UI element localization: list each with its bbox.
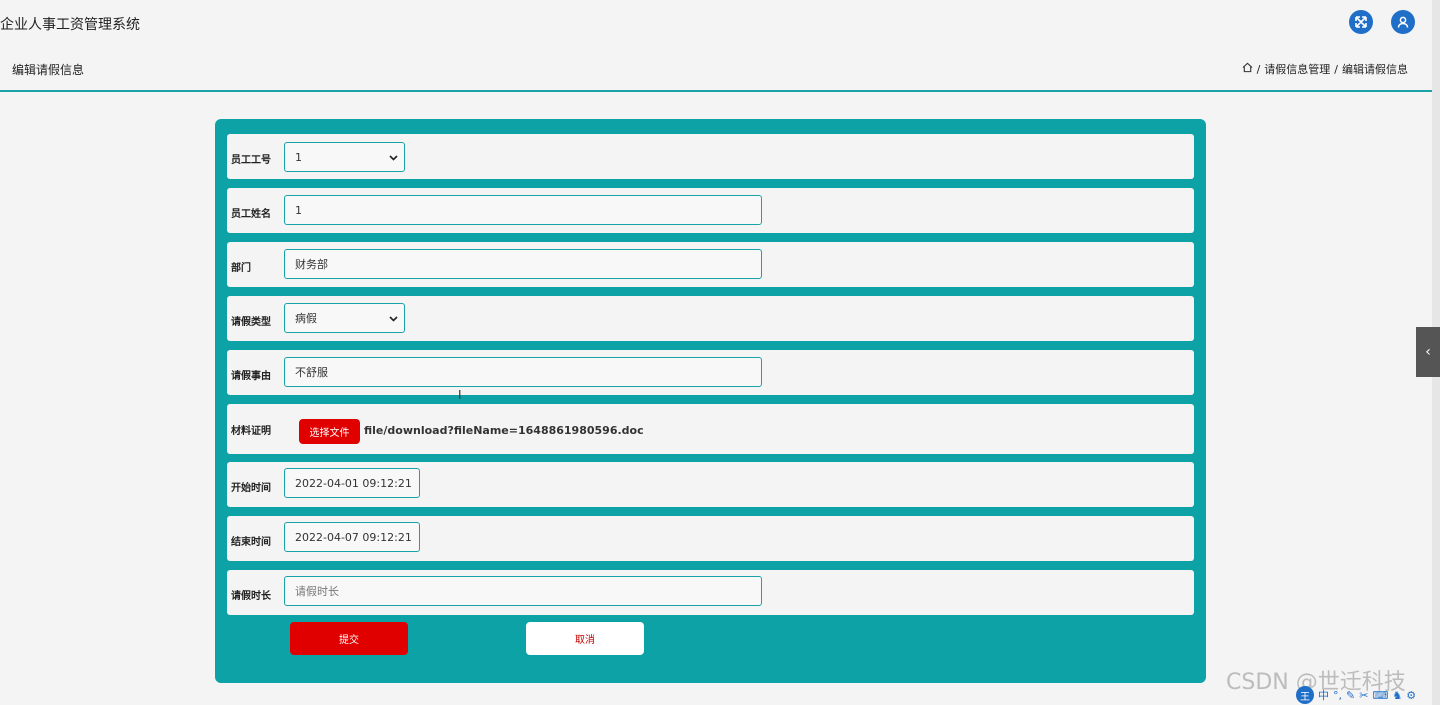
form-row-leave-type: 请假类型 病假 (227, 296, 1194, 341)
department-input[interactable]: 财务部 (284, 249, 762, 279)
employee-id-label: 员工工号 (231, 155, 271, 166)
end-time-value: 2022-04-07 09:12:21 (295, 530, 412, 544)
employee-name-input[interactable]: 1 (284, 195, 762, 225)
breadcrumb-separator: / (1256, 62, 1261, 76)
form-row-employee-id: 员工工号 1 (227, 134, 1194, 179)
ime-toolbar[interactable]: 王 中 °, ✎ ✂ ⌨ ♞ ⚙ (1296, 686, 1416, 704)
leave-type-select[interactable]: 病假 (284, 303, 405, 333)
page-title: 编辑请假信息 (12, 63, 85, 77)
duration-input[interactable]: 请假时长 (284, 576, 762, 606)
form-row-duration: 请假时长 请假时长 (227, 570, 1194, 615)
end-time-input[interactable]: 2022-04-07 09:12:21 (284, 522, 420, 552)
form-row-end-time: 结束时间 2022-04-07 09:12:21 (227, 516, 1194, 561)
chevron-left-icon: ‹ (1425, 344, 1431, 360)
employee-name-label: 员工姓名 (231, 209, 271, 220)
ime-mode[interactable]: 中 (1318, 687, 1329, 703)
submit-button[interactable]: 提交 (290, 622, 408, 655)
duration-label: 请假时长 (231, 591, 271, 602)
start-time-label: 开始时间 (231, 483, 271, 494)
leave-type-label: 请假类型 (231, 317, 271, 328)
ime-pen-icon[interactable]: ✎ (1346, 689, 1355, 702)
text-cursor-icon: I (458, 388, 462, 402)
material-label: 材料证明 (231, 426, 271, 437)
end-time-label: 结束时间 (231, 537, 271, 548)
ime-punctuation-icon[interactable]: °, (1333, 689, 1342, 702)
fullscreen-icon[interactable] (1349, 10, 1373, 34)
breadcrumb-separator: / (1334, 62, 1338, 76)
material-file-link[interactable]: file/download?fileName=1648861980596.doc (364, 424, 644, 437)
employee-id-value: 1 (295, 150, 302, 164)
form-row-employee-name: 员工姓名 1 (227, 188, 1194, 233)
reason-input[interactable]: 不舒服 (284, 357, 762, 387)
choose-file-button[interactable]: 选择文件 (299, 419, 360, 444)
reason-label: 请假事由 (231, 371, 271, 382)
ime-scissors-icon[interactable]: ✂ (1359, 689, 1368, 702)
top-bar: 企业人事工资管理系统 (0, 0, 1440, 46)
form-row-department: 部门 财务部 (227, 242, 1194, 287)
start-time-value: 2022-04-01 09:12:21 (295, 476, 412, 490)
home-icon[interactable] (1242, 62, 1253, 76)
employee-name-value: 1 (295, 203, 302, 217)
duration-placeholder: 请假时长 (295, 585, 339, 598)
app-title: 企业人事工资管理系统 (0, 17, 140, 33)
start-time-input[interactable]: 2022-04-01 09:12:21 (284, 468, 420, 498)
leave-type-value: 病假 (295, 312, 317, 325)
form-row-material: 材料证明 选择文件 file/download?fileName=1648861… (227, 404, 1194, 454)
form-row-start-time: 开始时间 2022-04-01 09:12:21 (227, 462, 1194, 507)
department-value: 财务部 (295, 258, 328, 271)
form-row-reason: 请假事由 不舒服 (227, 350, 1194, 395)
user-icon[interactable] (1391, 10, 1415, 34)
department-label: 部门 (231, 263, 251, 274)
breadcrumb: / 请假信息管理 / 编辑请假信息 (1242, 61, 1408, 77)
ime-keyboard-icon[interactable]: ⌨ (1372, 689, 1388, 702)
breadcrumb-item-edit-leave: 编辑请假信息 (1342, 63, 1408, 76)
cancel-button[interactable]: 取消 (526, 622, 644, 655)
employee-id-select[interactable]: 1 (284, 142, 405, 172)
ime-logo-icon[interactable]: 王 (1296, 686, 1314, 704)
ime-shirt-icon[interactable]: ♞ (1392, 689, 1402, 702)
chevron-down-icon (389, 151, 398, 164)
edit-form-panel: 员工工号 1 员工姓名 1 部门 财务部 请假类型 病假 请假事由 不舒服 材料… (215, 119, 1206, 683)
reason-value: 不舒服 (295, 366, 328, 379)
ime-gear-icon[interactable]: ⚙ (1406, 689, 1416, 702)
sidebar-toggle-button[interactable]: ‹ (1416, 327, 1440, 377)
chevron-down-icon (389, 312, 398, 325)
page-header: 编辑请假信息 / 请假信息管理 / 编辑请假信息 (0, 46, 1432, 92)
breadcrumb-item-leave-management[interactable]: 请假信息管理 (1264, 61, 1330, 77)
